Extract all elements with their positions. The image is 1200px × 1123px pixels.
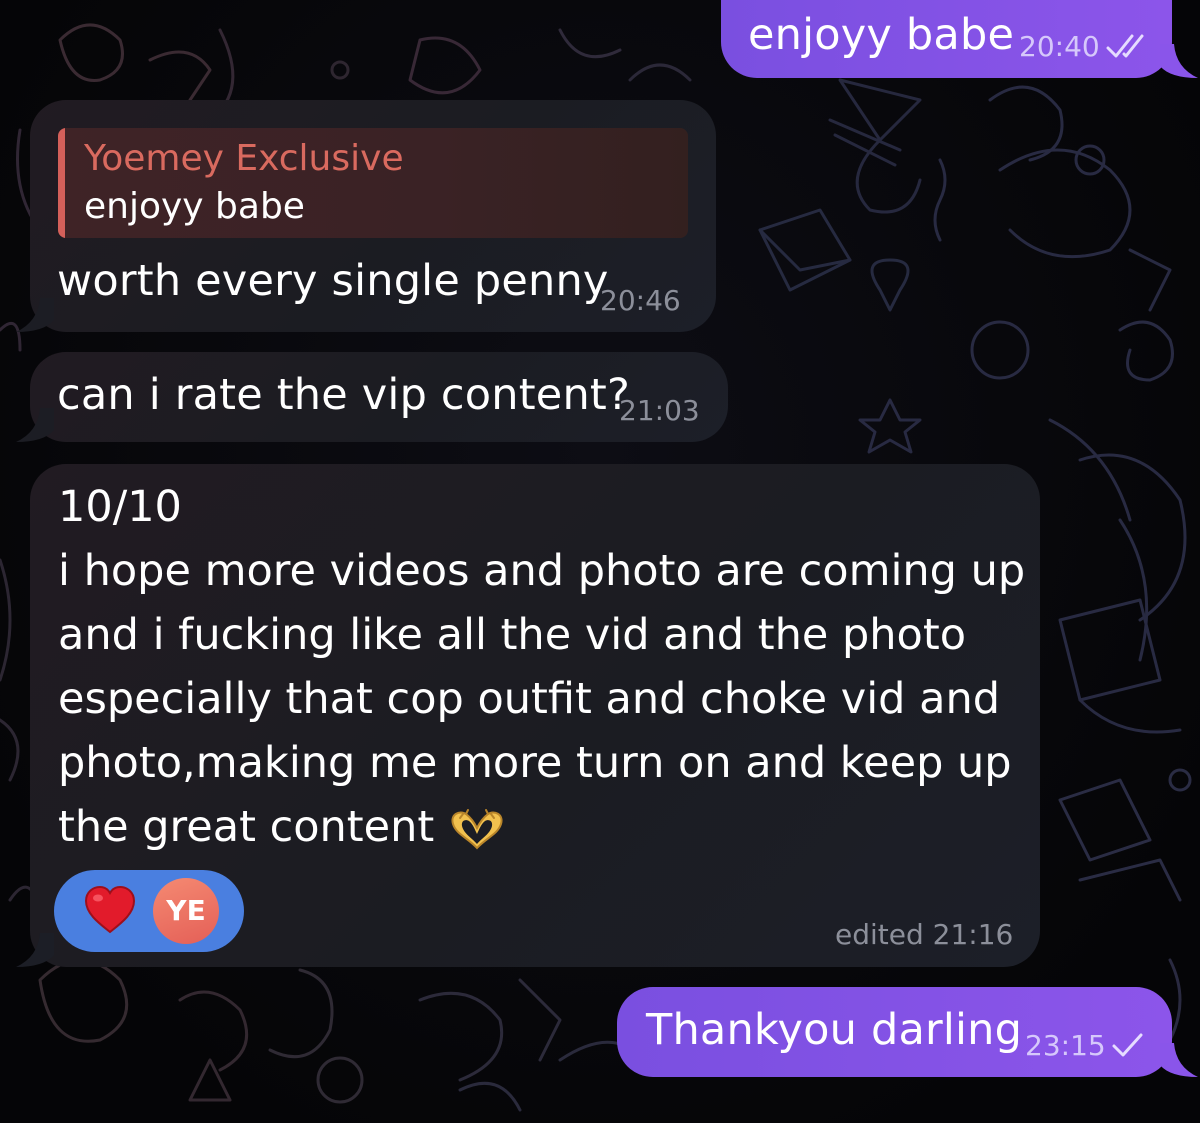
message-text: Thankyou darling [646,1005,1023,1055]
double-check-icon [1106,34,1144,58]
outgoing-message[interactable]: Thankyou darling 23:15 [617,987,1172,1077]
message-line: i hope more videos and photo are coming … [58,546,1026,596]
reply-quoted-text: enjoyy babe [84,186,305,227]
message-line: 10/10 [58,482,182,532]
bubble-tail [16,408,54,442]
message-time: 23:15 [1025,1029,1106,1062]
reply-accent-bar [58,128,65,238]
message-line-text: the great content [58,802,435,852]
heart-hands-icon [451,808,503,849]
incoming-message[interactable]: can i rate the vip content? 21:03 [30,352,728,442]
incoming-message[interactable]: Yoemey Exclusive enjoyy babe worth every… [30,100,716,332]
message-line: especially that cop outfit and choke vid… [58,674,1001,724]
single-check-icon [1112,1033,1143,1057]
bubble-tail [1160,1043,1198,1077]
outgoing-message[interactable]: enjoyy babe 20:40 [721,0,1172,78]
message-time: 20:40 [1019,30,1100,63]
message-time: 20:46 [600,284,681,317]
reply-quote[interactable]: Yoemey Exclusive enjoyy babe [58,128,688,238]
incoming-message[interactable]: 10/10 i hope more videos and photo are c… [30,464,1040,967]
bubble-tail [16,298,54,332]
reactions-pill[interactable]: YE [54,870,244,952]
red-heart-icon [84,885,136,934]
message-time: edited 21:16 [835,918,1014,951]
avatar: YE [153,878,219,944]
message-text: worth every single penny [57,256,609,306]
message-time: 21:03 [619,394,700,427]
message-text: can i rate the vip content? [57,370,630,420]
bubble-tail [1160,44,1198,78]
message-line: the great content [58,802,506,852]
avatar-initials: YE [166,894,206,927]
message-text: enjoyy babe [748,10,1015,60]
reply-sender-name: Yoemey Exclusive [84,138,404,179]
message-line: and i fucking like all the vid and the p… [58,610,966,660]
bubble-tail [16,933,54,967]
message-line: photo,making me more turn on and keep up [58,738,1012,788]
